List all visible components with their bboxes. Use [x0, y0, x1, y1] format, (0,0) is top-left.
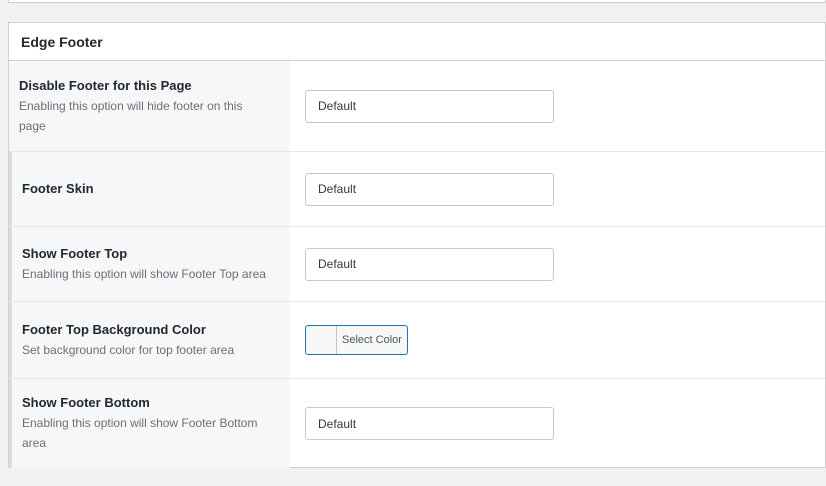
setting-field-column: Default — [290, 152, 825, 226]
setting-row-show-footer-top: Show Footer Top Enabling this option wil… — [9, 227, 825, 302]
setting-row-disable-footer: Disable Footer for this Page Enabling th… — [9, 61, 825, 152]
setting-description: Enabling this option will show Footer Bo… — [22, 416, 258, 450]
select-color-label: Select Color — [342, 334, 402, 346]
setting-row-footer-skin: Footer Skin Default — [9, 152, 825, 227]
setting-label-column: Footer Top Background Color Set backgrou… — [9, 302, 290, 378]
setting-row-footer-top-bg-color: Footer Top Background Color Set backgrou… — [9, 302, 825, 379]
setting-label: Footer Skin — [22, 181, 94, 196]
panel-title: Edge Footer — [21, 33, 103, 50]
edge-footer-panel: Edge Footer Disable Footer for this Page… — [8, 22, 826, 468]
show-footer-top-select[interactable]: Default — [305, 247, 554, 281]
color-swatch — [306, 326, 337, 354]
setting-label-column: Disable Footer for this Page Enabling th… — [9, 61, 290, 151]
setting-label-column: Show Footer Bottom Enabling this option … — [9, 379, 290, 468]
setting-label-column: Show Footer Top Enabling this option wil… — [9, 227, 290, 301]
setting-description: Set background color for top footer area — [22, 342, 235, 357]
previous-panel-edge — [8, 0, 826, 3]
disable-footer-select[interactable]: Default — [305, 89, 554, 123]
setting-label: Disable Footer for this Page — [19, 77, 192, 93]
setting-field-column: Default — [290, 227, 825, 301]
footer-skin-select[interactable]: Default — [305, 172, 554, 206]
setting-field-column: Select Color — [290, 302, 825, 378]
show-footer-bottom-select[interactable]: Default — [305, 407, 554, 440]
setting-label: Footer Top Background Color — [22, 321, 206, 337]
setting-label: Show Footer Bottom — [22, 395, 150, 410]
select-color-button[interactable]: Select Color — [305, 325, 408, 355]
setting-description: Enabling this option will hide footer on… — [19, 98, 243, 133]
panel-header[interactable]: Edge Footer — [9, 23, 825, 61]
setting-row-show-footer-bottom: Show Footer Bottom Enabling this option … — [9, 379, 825, 468]
setting-field-column: Default — [290, 379, 825, 468]
setting-field-column: Default — [290, 61, 825, 151]
setting-description: Enabling this option will show Footer To… — [22, 266, 266, 281]
setting-label: Show Footer Top — [22, 245, 128, 261]
setting-label-column: Footer Skin — [9, 152, 290, 226]
